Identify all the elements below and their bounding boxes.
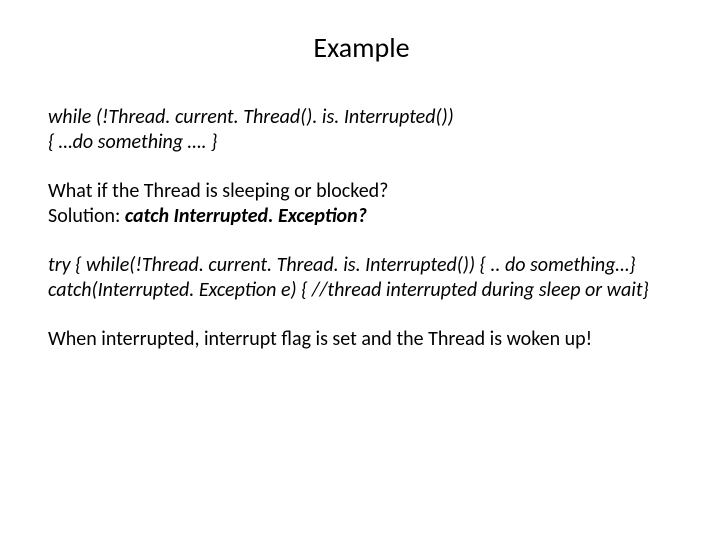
solution-label: Solution: [48,204,125,228]
code-block-2-line-2: catch(Interrupted. Exception e) { //thre… [48,278,675,303]
code-block-1-line-2: { …do something …. } [48,130,675,155]
spacer [48,155,675,179]
question-line-1: What if the Thread is sleeping or blocke… [48,179,675,204]
code-block-1-line-1: while (!Thread. current. Thread(). is. I… [48,105,675,130]
spacer [48,303,675,327]
question-line-2: Solution: catch Interrupted. Exception? [48,204,675,229]
slide: Example while (!Thread. current. Thread(… [0,0,720,540]
conclusion-line: When interrupted, interrupt flag is set … [48,327,675,352]
solution-text: catch Interrupted. Exception? [125,204,367,228]
slide-title: Example [48,30,675,65]
slide-body: while (!Thread. current. Thread(). is. I… [48,105,675,352]
spacer [48,229,675,253]
code-block-2-line-1: try { while(!Thread. current. Thread. is… [48,253,675,278]
